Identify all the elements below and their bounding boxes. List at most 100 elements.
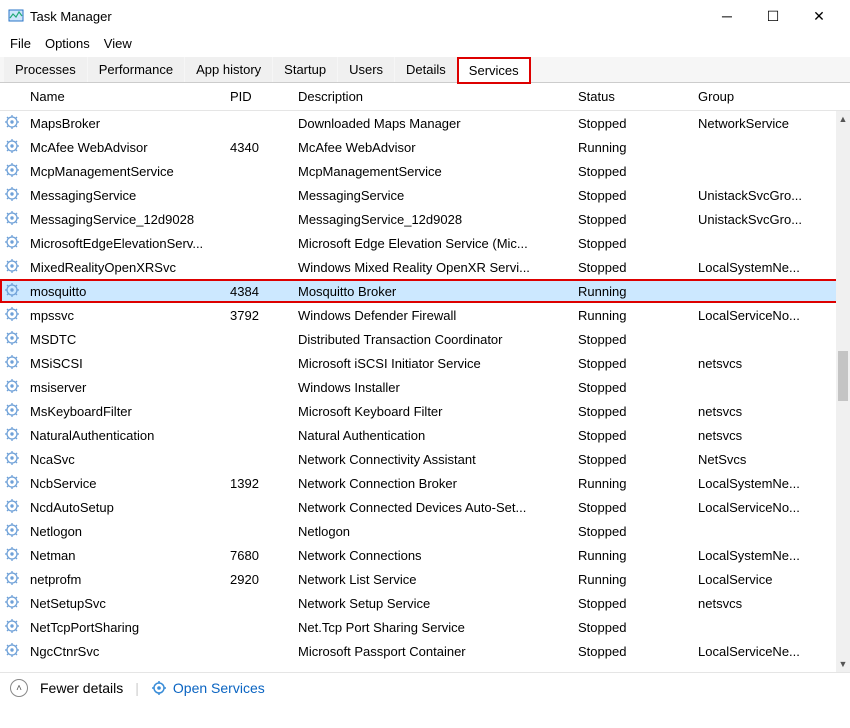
menu-file[interactable]: File [10,36,31,51]
table-row[interactable]: NaturalAuthenticationNatural Authenticat… [0,423,850,447]
cell-status: Stopped [574,596,694,611]
scroll-up-icon[interactable]: ▲ [836,111,850,127]
cell-status: Running [574,548,694,563]
tab-processes[interactable]: Processes [4,57,87,82]
table-row[interactable]: MSiSCSIMicrosoft iSCSI Initiator Service… [0,351,850,375]
menu-view[interactable]: View [104,36,132,51]
service-gear-icon [4,282,20,298]
service-gear-icon [4,138,20,154]
table-row[interactable]: MapsBrokerDownloaded Maps ManagerStopped… [0,111,850,135]
cell-description: Network Connectivity Assistant [294,452,574,467]
services-grid: Name PID Description Status Group MapsBr… [0,83,850,673]
cell-description: Network Connection Broker [294,476,574,491]
tab-users[interactable]: Users [338,57,394,82]
table-row[interactable]: MSDTCDistributed Transaction Coordinator… [0,327,850,351]
app-icon [8,8,24,24]
col-header-status[interactable]: Status [574,89,694,104]
chevron-up-icon[interactable]: ˄ [10,679,28,697]
table-row[interactable]: MessagingServiceMessagingServiceStoppedU… [0,183,850,207]
maximize-button[interactable]: ☐ [750,2,796,30]
table-row[interactable]: NetTcpPortSharingNet.Tcp Port Sharing Se… [0,615,850,639]
cell-status: Stopped [574,356,694,371]
table-row[interactable]: netprofm2920Network List ServiceRunningL… [0,567,850,591]
scroll-thumb[interactable] [838,351,848,401]
cell-status: Stopped [574,260,694,275]
table-row[interactable]: msiserverWindows InstallerStopped [0,375,850,399]
cell-name: MixedRealityOpenXRSvc [26,260,226,275]
table-row[interactable]: NcdAutoSetupNetwork Connected Devices Au… [0,495,850,519]
cell-description: Microsoft Passport Container [294,644,574,659]
cell-description: Microsoft Keyboard Filter [294,404,574,419]
col-header-group[interactable]: Group [694,89,850,104]
footer: ˄ Fewer details | Open Services [0,673,850,703]
cell-description: Microsoft iSCSI Initiator Service [294,356,574,371]
col-header-pid[interactable]: PID [226,89,294,104]
service-gear-icon [4,306,20,322]
cell-description: Netlogon [294,524,574,539]
titlebar: Task Manager ─ ☐ ✕ [0,0,850,32]
cell-group: UnistackSvcGro... [694,188,850,203]
service-gear-icon [4,474,20,490]
cell-name: NetSetupSvc [26,596,226,611]
service-gear-icon [4,642,20,658]
cell-description: McAfee WebAdvisor [294,140,574,155]
tab-details[interactable]: Details [395,57,457,82]
table-row[interactable]: NetlogonNetlogonStopped [0,519,850,543]
table-row[interactable]: mosquitto4384Mosquitto BrokerRunning [0,279,850,303]
cell-name: Netman [26,548,226,563]
col-header-name[interactable]: Name [26,89,226,104]
table-row[interactable]: McpManagementServiceMcpManagementService… [0,159,850,183]
cell-status: Stopped [574,644,694,659]
table-row[interactable]: NetSetupSvcNetwork Setup ServiceStoppedn… [0,591,850,615]
fewer-details-link[interactable]: Fewer details [40,680,123,696]
cell-pid: 4384 [226,284,294,299]
cell-name: MsKeyboardFilter [26,404,226,419]
cell-group: LocalService [694,572,850,587]
menu-options[interactable]: Options [45,36,90,51]
table-row[interactable]: MixedRealityOpenXRSvc Windows Mixed Reali… [0,255,850,279]
tab-services[interactable]: Services [458,58,530,83]
cell-name: McpManagementService [26,164,226,179]
service-gear-icon [4,234,20,250]
service-gear-icon [4,546,20,562]
table-row[interactable]: Netman7680Network ConnectionsRunningLoca… [0,543,850,567]
table-row[interactable]: MessagingService_12d9028MessagingService… [0,207,850,231]
cell-description: Network Connections [294,548,574,563]
tab-performance[interactable]: Performance [88,57,184,82]
cell-group: netsvcs [694,428,850,443]
cell-name: NcdAutoSetup [26,500,226,515]
scroll-down-icon[interactable]: ▼ [836,656,850,672]
minimize-button[interactable]: ─ [704,2,750,30]
table-row[interactable]: mpssvc3792Windows Defender FirewallRunni… [0,303,850,327]
table-row[interactable]: NgcCtnrSvcMicrosoft Passport ContainerSt… [0,639,850,663]
table-row[interactable]: MicrosoftEdgeElevationServ...Microsoft E… [0,231,850,255]
cell-group: NetSvcs [694,452,850,467]
service-gear-icon [4,522,20,538]
cell-description: Distributed Transaction Coordinator [294,332,574,347]
cell-name: NcaSvc [26,452,226,467]
cell-name: mpssvc [26,308,226,323]
service-gear-icon [4,354,20,370]
cell-group: LocalSystemNe... [694,260,850,275]
cell-group: LocalServiceNo... [694,500,850,515]
vertical-scrollbar[interactable]: ▲ ▼ [836,111,850,672]
table-row[interactable]: NcbService1392Network Connection BrokerR… [0,471,850,495]
table-row[interactable]: MsKeyboardFilter Microsoft Keyboard Filte… [0,399,850,423]
cell-description: Windows Mixed Reality OpenXR Servi... [294,260,574,275]
table-row[interactable]: NcaSvcNetwork Connectivity AssistantStop… [0,447,850,471]
tab-startup[interactable]: Startup [273,57,337,82]
close-button[interactable]: ✕ [796,2,842,30]
open-services-link[interactable]: Open Services [151,680,265,696]
cell-description: Windows Defender Firewall [294,308,574,323]
service-gear-icon [4,114,20,130]
cell-pid: 2920 [226,572,294,587]
tab-app-history[interactable]: App history [185,57,272,82]
service-gear-icon [4,330,20,346]
cell-group: NetworkService [694,116,850,131]
service-gear-icon [4,450,20,466]
col-header-description[interactable]: Description [294,89,574,104]
table-row[interactable]: McAfee WebAdvisor4340McAfee WebAdvisorRu… [0,135,850,159]
gear-icon [151,680,167,696]
column-headers: Name PID Description Status Group [0,83,850,111]
cell-description: Net.Tcp Port Sharing Service [294,620,574,635]
